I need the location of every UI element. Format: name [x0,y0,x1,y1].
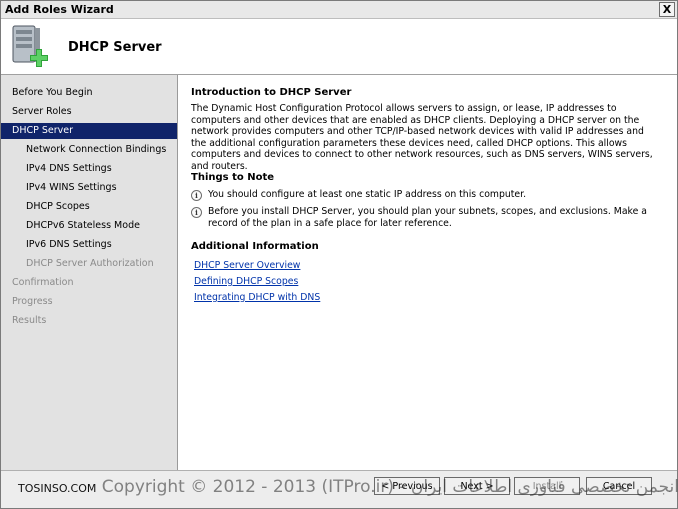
wizard-content-pane: Introduction to DHCP Server The Dynamic … [178,75,677,470]
info-icon: i [191,190,202,201]
window-title: Add Roles Wizard [5,3,114,16]
sidebar-item-dhcp-server-authorization: DHCP Server Authorization [26,258,154,269]
notes-heading: Things to Note [191,172,275,183]
sidebar-item-ipv6-dns-settings[interactable]: IPv6 DNS Settings [1,237,177,253]
title-bar: Add Roles Wizard X [1,1,677,19]
wizard-footer: < Previous Next > Install Cancel [1,470,677,508]
intro-heading: Introduction to DHCP Server [191,87,352,98]
note-item: i You should configure at least one stat… [191,189,661,203]
sidebar-item-dhcp-scopes[interactable]: DHCP Scopes [1,199,177,215]
info-icon: i [191,207,202,218]
sidebar-item-dhcp-server[interactable]: DHCP Server [1,123,177,139]
sidebar-item-ipv4-dns-settings[interactable]: IPv4 DNS Settings [1,161,177,177]
note-item: i Before you install DHCP Server, you sh… [191,206,661,232]
note-text: Before you install DHCP Server, you shou… [208,206,647,229]
wizard-steps-sidebar: Before You Begin Server Roles DHCP Serve… [1,75,178,470]
wizard-header: DHCP Server [1,19,677,75]
sidebar-item-dhcpv6-stateless-mode[interactable]: DHCPv6 Stateless Mode [1,218,177,234]
add-roles-wizard-window: Add Roles Wizard X DHCP Server Before Yo… [0,0,678,509]
sidebar-item-server-roles[interactable]: Server Roles [1,104,177,120]
page-title: DHCP Server [68,40,162,55]
sidebar-item-ipv4-wins-settings[interactable]: IPv4 WINS Settings [1,180,177,196]
sidebar-item-before-you-begin[interactable]: Before You Begin [1,85,177,101]
sidebar-item-network-connection-bindings[interactable]: Network Connection Bindings [1,142,177,158]
link-dhcp-server-overview[interactable]: DHCP Server Overview [194,260,300,271]
previous-button[interactable]: < Previous [374,477,440,495]
install-button: Install [514,477,580,495]
sidebar-item-confirmation: Confirmation [12,277,74,288]
link-defining-dhcp-scopes[interactable]: Defining DHCP Scopes [194,276,298,287]
sidebar-item-results: Results [12,315,47,326]
additional-info-heading: Additional Information [191,241,319,252]
next-button[interactable]: Next > [444,477,510,495]
link-integrating-dhcp-with-dns[interactable]: Integrating DHCP with DNS [194,292,320,303]
note-text: You should configure at least one static… [208,189,527,200]
server-add-icon [12,25,48,67]
close-button[interactable]: X [659,2,675,17]
sidebar-item-progress: Progress [12,296,53,307]
cancel-button[interactable]: Cancel [586,477,652,495]
intro-text: The Dynamic Host Configuration Protocol … [191,103,653,172]
